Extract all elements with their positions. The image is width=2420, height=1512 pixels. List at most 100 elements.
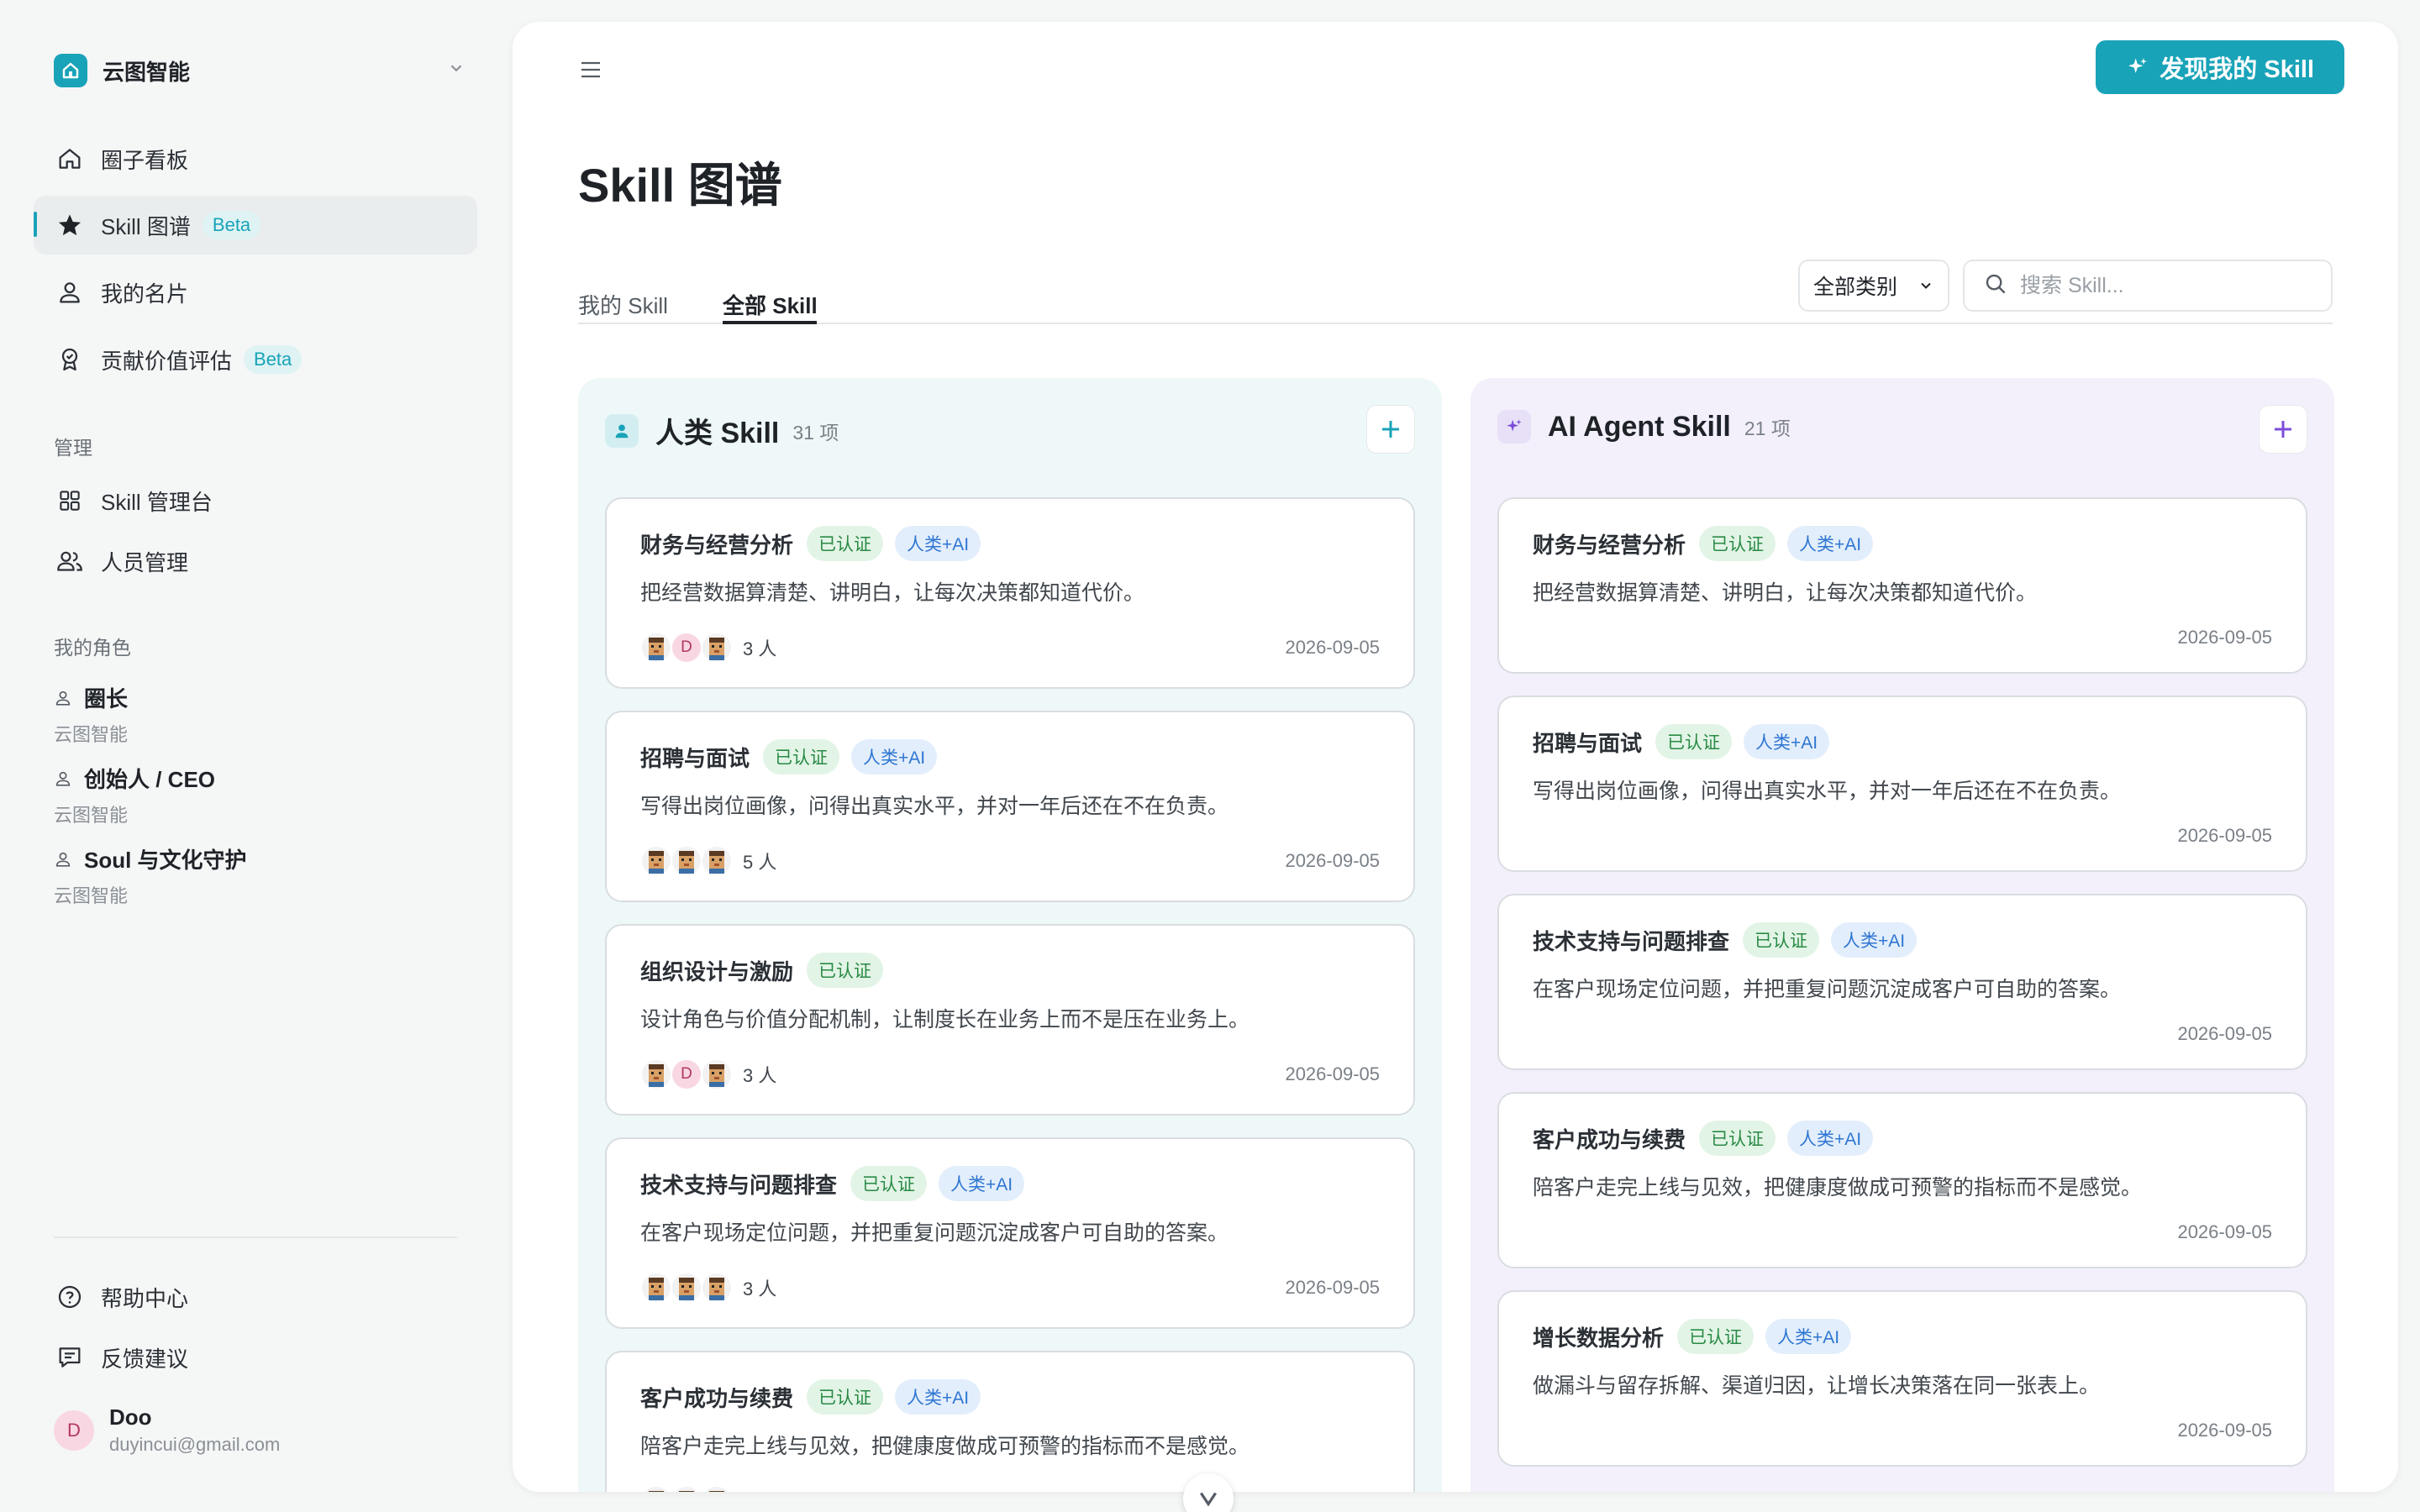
skill-title: 组织设计与激励 — [640, 958, 794, 984]
sidebar-item-circle-board[interactable]: 圈子看板 — [34, 129, 477, 188]
sidebar-item-label: Skill 管理台 — [101, 489, 213, 515]
search-input[interactable] — [2020, 273, 2323, 298]
sidebar-item-label: Skill 图谱 — [101, 213, 191, 239]
user-email: duyincui@gmail.com — [109, 1434, 281, 1455]
sidebar-item-people[interactable]: 人员管理 — [34, 532, 477, 591]
org-switcher[interactable]: 云图智能 — [54, 52, 466, 89]
certified-badge: 已认证 — [1743, 922, 1820, 958]
avatar — [640, 1058, 672, 1090]
tab-my-skill[interactable]: 我的 Skill — [578, 289, 668, 320]
org-name: 云图智能 — [103, 59, 191, 85]
role-item[interactable]: 创始人 / CEO 云图智能 — [54, 763, 215, 827]
avatar — [671, 845, 702, 877]
role-org: 云图智能 — [54, 805, 129, 826]
member-count: 5 人 — [743, 852, 777, 873]
ai-card-list: 财务与经营分析 已认证 人类+AI 把经营数据算清楚、讲明白，让每次决策都知道代价。 2… — [1497, 497, 2307, 1488]
beta-badge: Beta — [244, 345, 302, 374]
avatar — [640, 632, 672, 664]
category-select[interactable]: 全部类别 — [1798, 260, 1949, 312]
skill-card[interactable]: 技术支持与问题排查 已认证 人类+AI 在客户现场定位问题，并把重复问题沉淀成客户可自… — [1497, 894, 2307, 1070]
member-avatars — [640, 1485, 733, 1492]
certified-badge: 已认证 — [1699, 526, 1776, 561]
human-ai-badge: 人类+AI — [1787, 1121, 1874, 1156]
skill-card[interactable]: 招聘与面试 已认证 人类+AI 写得出岗位画像，问得出真实水平，并对一年后还在不在负责… — [605, 711, 1415, 902]
certified-badge: 已认证 — [1699, 1121, 1776, 1156]
role-name: 创始人 / CEO — [84, 767, 216, 792]
sidebar-item-feedback[interactable]: 反馈建议 — [34, 1328, 477, 1387]
skill-card[interactable]: 客户成功与续费 已认证 人类+AI 陪客户走完上线与见效，把健康度做成可预警的指标而不… — [605, 1351, 1415, 1492]
sparkle-icon — [1497, 410, 1531, 444]
sidebar-item-help[interactable]: 帮助中心 — [34, 1268, 477, 1326]
human-ai-badge: 人类+AI — [1765, 1319, 1852, 1354]
member-avatars — [640, 845, 733, 877]
search-box[interactable] — [1963, 260, 2333, 312]
avatar — [640, 1485, 672, 1492]
star-icon — [55, 211, 84, 239]
discover-skill-button[interactable]: 发现我的 Skill — [2096, 40, 2344, 94]
skill-description: 把经营数据算清楚、讲明白，让每次决策都知道代价。 — [1533, 581, 2038, 605]
avatar — [640, 845, 672, 877]
skill-card[interactable]: 财务与经营分析 已认证 人类+AI 把经营数据算清楚、讲明白，让每次决策都知道代价。 2… — [1497, 497, 2307, 674]
users-icon — [55, 547, 84, 575]
award-icon — [55, 345, 84, 374]
chevron-down-icon[interactable] — [447, 59, 466, 82]
skill-date: 2026-09-05 — [2177, 1221, 2272, 1242]
certified-badge: 已认证 — [1677, 1319, 1754, 1354]
human-skill-column: 人类 Skill 31 项 财务与经营分析 已认证 人类+AI 把经营数据算清楚、讲明… — [578, 378, 1442, 1492]
help-icon — [55, 1283, 84, 1311]
skill-card[interactable]: 招聘与面试 已认证 人类+AI 写得出岗位画像，问得出真实水平，并对一年后还在不在负责… — [1497, 696, 2307, 872]
sidebar-item-skill-admin[interactable]: Skill 管理台 — [34, 471, 477, 530]
certified-badge: 已认证 — [1655, 724, 1733, 759]
add-ai-skill-button[interactable] — [2259, 405, 2307, 454]
user-icon — [54, 768, 76, 790]
avatar: D — [671, 1058, 702, 1090]
role-org: 云图智能 — [54, 724, 129, 745]
avatar — [701, 1058, 733, 1090]
role-name: 圈长 — [84, 686, 129, 711]
member-avatars — [640, 1272, 733, 1304]
column-count: 21 项 — [1744, 417, 1791, 439]
skill-date: 2026-09-05 — [2177, 1023, 2272, 1044]
skill-date: 2026-09-05 — [1285, 637, 1380, 658]
user-profile[interactable]: D Doo duyincui@gmail.com — [54, 1404, 280, 1456]
human-ai-badge: 人类+AI — [1787, 526, 1874, 561]
sidebar-item-label: 我的名片 — [101, 281, 189, 307]
skill-title: 技术支持与问题排查 — [1533, 928, 1730, 954]
skill-title: 增长数据分析 — [1533, 1325, 1665, 1351]
column-count: 31 项 — [792, 421, 839, 444]
plus-icon — [1382, 421, 1399, 438]
tab-all-skill[interactable]: 全部 Skill — [723, 289, 818, 320]
certified-badge: 已认证 — [807, 1379, 884, 1415]
column-title: AI Agent Skill — [1548, 410, 1731, 443]
avatar — [671, 1485, 702, 1492]
skill-card[interactable]: 组织设计与激励 已认证 设计角色与价值分配机制，让制度长在业务上而不是压在业务上。 D… — [605, 924, 1415, 1116]
skill-card[interactable]: 财务与经营分析 已认证 人类+AI 把经营数据算清楚、讲明白，让每次决策都知道代价。 D… — [605, 497, 1415, 689]
add-human-skill-button[interactable] — [1366, 405, 1415, 454]
sidebar-item-label: 反馈建议 — [101, 1346, 189, 1372]
skill-description: 在客户现场定位问题，并把重复问题沉淀成客户可自助的答案。 — [1533, 978, 2122, 1001]
skill-description: 写得出岗位画像，问得出真实水平，并对一年后还在不在负责。 — [1533, 780, 2122, 803]
skill-card[interactable]: 客户成功与续费 已认证 人类+AI 陪客户走完上线与见效，把健康度做成可预警的指标而不… — [1497, 1092, 2307, 1268]
sidebar-item-my-card[interactable]: 我的名片 — [34, 263, 477, 322]
user-icon — [54, 848, 76, 870]
human-ai-badge: 人类+AI — [895, 1379, 981, 1415]
user-name: Doo — [109, 1404, 152, 1430]
avatar: D — [671, 632, 702, 664]
feedback-icon — [55, 1343, 84, 1372]
skill-title: 技术支持与问题排查 — [640, 1172, 838, 1198]
beta-badge: Beta — [202, 211, 261, 239]
skill-card[interactable]: 技术支持与问题排查 已认证 人类+AI 在客户现场定位问题，并把重复问题沉淀成客户可自… — [605, 1137, 1415, 1329]
manage-section-label: 管理 — [54, 437, 92, 459]
skill-description: 设计角色与价值分配机制，让制度长在业务上而不是压在业务上。 — [640, 1008, 1250, 1032]
sidebar-item-skill-graph[interactable]: Skill 图谱 Beta — [34, 196, 477, 255]
role-item[interactable]: 圈长 云图智能 — [54, 682, 128, 747]
sidebar-item-contribution[interactable]: 贡献价值评估 Beta — [34, 330, 477, 389]
menu-icon[interactable] — [576, 55, 605, 84]
skill-card[interactable]: 增长数据分析 已认证 人类+AI 做漏斗与留存拆解、渠道归因，让增长决策落在同一张表上… — [1497, 1290, 2307, 1467]
skill-description: 做漏斗与留存拆解、渠道归因，让增长决策落在同一张表上。 — [1533, 1374, 2101, 1398]
member-count: 5 人 — [743, 1488, 776, 1492]
role-item[interactable]: Soul 与文化守护 云图智能 — [54, 843, 247, 908]
member-count: 3 人 — [743, 1065, 777, 1086]
home-icon — [55, 144, 84, 173]
certified-badge: 已认证 — [850, 1166, 928, 1201]
